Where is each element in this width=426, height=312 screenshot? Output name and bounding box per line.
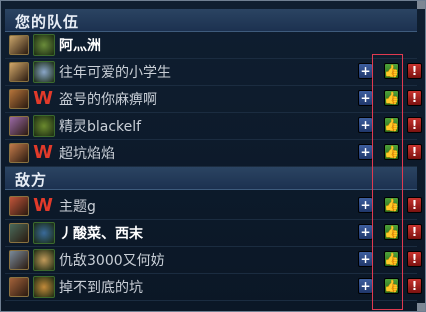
champion-portrait-icon	[9, 116, 29, 136]
team-title: 敌方	[15, 171, 48, 189]
wings-emblem-icon: W	[33, 194, 53, 216]
player-row: W 盗号的你麻痹啊 + 👍!	[5, 85, 422, 113]
add-friend-button[interactable]: +	[358, 63, 373, 79]
player-name: 阿灬洲	[59, 38, 101, 54]
champion-portrait-icon	[9, 223, 29, 243]
champion-portrait-icon	[9, 143, 29, 163]
your-team-header: 您的队伍	[5, 9, 417, 32]
report-button[interactable]: !	[407, 144, 422, 160]
like-button[interactable]: 👍	[384, 63, 399, 79]
add-friend-button[interactable]: +	[358, 251, 373, 267]
wings-emblem-icon: W	[33, 141, 53, 163]
player-name: 往年可爱的小学生	[59, 65, 171, 81]
scoreboard-panel: 您的队伍阿灬洲往年可爱的小学生 + 👍! W 盗号的你麻痹啊 + 👍! 精灵blackelf +…	[0, 0, 426, 312]
player-name: 主题g	[59, 199, 96, 215]
rank-emblem-icon	[33, 222, 55, 244]
like-button[interactable]: 👍	[384, 90, 399, 106]
player-name: 掉不到底的坑	[59, 280, 143, 296]
champion-portrait-icon	[9, 89, 29, 109]
player-name: 仇敌3000又何妨	[59, 253, 165, 269]
player-row: 精灵blackelf + 👍!	[5, 112, 422, 140]
like-button[interactable]: 👍	[384, 117, 399, 133]
player-name: 超坑焰焰	[59, 146, 115, 162]
scroll-top-cap[interactable]	[417, 1, 425, 9]
champion-portrait-icon	[9, 196, 29, 216]
scroll-bottom-cap[interactable]	[417, 303, 425, 311]
player-row: 丿酸菜、西末 + 👍!	[5, 219, 422, 247]
like-button[interactable]: 👍	[384, 224, 399, 240]
add-friend-button[interactable]: +	[358, 197, 373, 213]
report-button[interactable]: !	[407, 251, 422, 267]
like-button[interactable]: 👍	[384, 144, 399, 160]
player-row: 往年可爱的小学生 + 👍!	[5, 58, 422, 86]
rank-emblem-icon	[33, 34, 55, 56]
report-button[interactable]: !	[407, 224, 422, 240]
player-row: 掉不到底的坑 + 👍!	[5, 273, 422, 301]
like-button[interactable]: 👍	[384, 197, 399, 213]
champion-portrait-icon	[9, 35, 29, 55]
report-button[interactable]: !	[407, 278, 422, 294]
player-row: 阿灬洲	[5, 31, 417, 59]
add-friend-button[interactable]: +	[358, 224, 373, 240]
player-row: W 主题g + 👍!	[5, 192, 422, 220]
add-friend-button[interactable]: +	[358, 144, 373, 160]
player-name: 精灵blackelf	[59, 119, 142, 135]
add-friend-button[interactable]: +	[358, 278, 373, 294]
like-button[interactable]: 👍	[384, 278, 399, 294]
player-row: 仇敌3000又何妨 + 👍!	[5, 246, 422, 274]
player-name: 丿酸菜、西末	[59, 226, 143, 242]
player-name: 盗号的你麻痹啊	[59, 92, 157, 108]
report-button[interactable]: !	[407, 197, 422, 213]
report-button[interactable]: !	[407, 90, 422, 106]
add-friend-button[interactable]: +	[358, 117, 373, 133]
champion-portrait-icon	[9, 277, 29, 297]
like-button[interactable]: 👍	[384, 251, 399, 267]
champion-portrait-icon	[9, 62, 29, 82]
report-button[interactable]: !	[407, 63, 422, 79]
rank-emblem-icon	[33, 61, 55, 83]
champion-portrait-icon	[9, 250, 29, 270]
rank-emblem-icon	[33, 276, 55, 298]
report-button[interactable]: !	[407, 117, 422, 133]
wings-emblem-icon: W	[33, 87, 53, 109]
player-row: W 超坑焰焰 + 👍!	[5, 139, 422, 167]
add-friend-button[interactable]: +	[358, 90, 373, 106]
enemy-team-header: 敌方	[5, 167, 417, 190]
rank-emblem-icon	[33, 115, 55, 137]
rank-emblem-icon	[33, 249, 55, 271]
team-title: 您的队伍	[15, 13, 80, 31]
